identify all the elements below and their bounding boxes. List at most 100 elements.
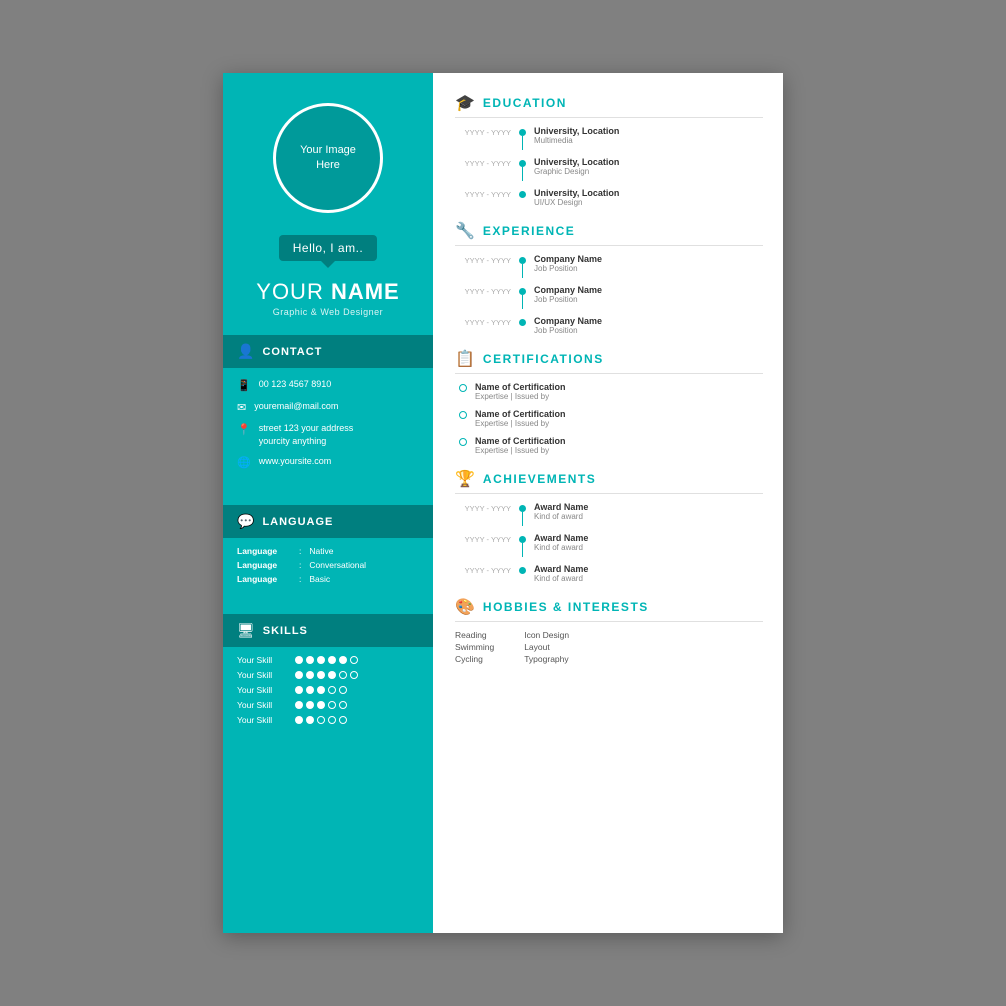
lang-item-2: Language : Conversational: [237, 560, 419, 570]
contact-items: 📱 00 123 4567 8910 ✉ youremail@mail.com …: [223, 368, 433, 487]
cert-content: Name of CertificationExpertise | Issued …: [475, 436, 566, 455]
tl-sub: Kind of award: [534, 512, 588, 521]
speech-bubble: Hello, I am..: [279, 235, 378, 261]
skill-item: Your Skill: [237, 670, 419, 680]
tl-sub: Job Position: [534, 264, 602, 273]
dot-filled: [306, 671, 314, 679]
achievements-header: 🏆 ACHIEVEMENTS: [455, 469, 763, 489]
dot-filled: [306, 716, 314, 724]
lang-level-3: Basic: [309, 574, 330, 584]
tl-dot: [519, 567, 526, 574]
language-header: 💬 LANGUAGE: [223, 505, 433, 538]
dot-filled: [295, 716, 303, 724]
cert-sub: Expertise | Issued by: [475, 392, 566, 401]
lang-item-3: Language : Basic: [237, 574, 419, 584]
tl-main: Award Name: [534, 533, 588, 543]
skill-dots: [295, 701, 347, 709]
tl-main: Award Name: [534, 502, 588, 512]
photo-text: Your ImageHere: [300, 143, 356, 174]
photo-area: Your ImageHere: [273, 103, 383, 213]
skills-header: 🖥 SKILLS: [223, 614, 433, 647]
tl-content: University, LocationMultimedia: [534, 126, 619, 145]
contact-title: CONTACT: [262, 346, 322, 358]
resume: Your ImageHere Hello, I am.. YOUR NAME G…: [223, 73, 783, 933]
education-header: 🎓 EDUCATION: [455, 93, 763, 113]
tl-content: Company NameJob Position: [534, 285, 602, 304]
tl-content: University, LocationGraphic Design: [534, 157, 619, 176]
tl-main: University, Location: [534, 157, 619, 167]
certifications-section: 📋 CERTIFICATIONS Name of CertificationEx…: [455, 349, 763, 455]
skill-dots: [295, 716, 347, 724]
hobbies-header: 🎨 HOBBIES & INTERESTS: [455, 597, 763, 617]
email-text: youremail@mail.com: [254, 400, 338, 413]
tl-main: Award Name: [534, 564, 588, 574]
tl-year: YYYY - YYYY: [459, 157, 511, 168]
dot-filled: [317, 656, 325, 664]
address-text: street 123 your addressyourcity anything: [259, 422, 354, 447]
skill-item: Your Skill: [237, 700, 419, 710]
tl-bar: [522, 167, 524, 181]
tl-content: Award NameKind of award: [534, 564, 588, 583]
tl-line: [519, 502, 526, 526]
left-column: Your ImageHere Hello, I am.. YOUR NAME G…: [223, 73, 433, 933]
experience-header: 🔧 EXPERIENCE: [455, 221, 763, 241]
timeline-item: YYYY - YYYY Award NameKind of award: [459, 533, 763, 557]
dot-filled: [295, 656, 303, 664]
experience-divider: [455, 245, 763, 246]
tl-main: Company Name: [534, 285, 602, 295]
timeline-item: YYYY - YYYYUniversity, LocationMultimedi…: [459, 126, 763, 150]
lang-level-2: Conversational: [309, 560, 366, 570]
timeline-item: YYYY - YYYYUniversity, LocationUI/UX Des…: [459, 188, 763, 207]
experience-title: EXPERIENCE: [483, 224, 575, 238]
tl-year: YYYY - YYYY: [459, 533, 511, 544]
cert-main: Name of Certification: [475, 436, 566, 446]
skill-name: Your Skill: [237, 655, 289, 665]
contact-item-website: 🌐 www.yoursite.com: [237, 455, 419, 469]
lang-item-1: Language : Native: [237, 546, 419, 556]
tl-bar: [522, 136, 524, 150]
tl-year: YYYY - YYYY: [459, 254, 511, 265]
timeline-item: YYYY - YYYYAward NameKind of award: [459, 502, 763, 526]
achievements-divider: [455, 493, 763, 494]
email-icon: ✉: [237, 401, 246, 414]
cert-items: Name of Certification Expertise | Issued …: [455, 382, 763, 455]
language-icon: 💬: [237, 513, 254, 530]
dot-filled: [317, 701, 325, 709]
timeline-item: YYYY - YYYYCompany NameJob Position: [459, 316, 763, 335]
skill-dots: [295, 686, 347, 694]
cert-item: Name of CertificationExpertise | Issued …: [459, 436, 763, 455]
skills-items: Your SkillYour SkillYour SkillYour Skill…: [223, 647, 433, 738]
phone-icon: 📱: [237, 379, 251, 392]
experience-items: YYYY - YYYYCompany NameJob PositionYYYY …: [455, 254, 763, 335]
skill-item: Your Skill: [237, 655, 419, 665]
language-items: Language : Native Language : Conversatio…: [223, 538, 433, 596]
tl-bar: [522, 264, 524, 278]
dot-empty: [339, 671, 347, 679]
tl-sub: Kind of award: [534, 543, 588, 552]
cert-bullet: [459, 411, 467, 419]
tl-main: University, Location: [534, 188, 619, 198]
dot-filled: [306, 701, 314, 709]
tl-sub: Multimedia: [534, 136, 619, 145]
tl-content: University, LocationUI/UX Design: [534, 188, 619, 207]
dot-filled: [295, 671, 303, 679]
tl-line: [519, 533, 526, 557]
dot-empty: [350, 656, 358, 664]
tl-content: Award NameKind of award: [534, 533, 588, 552]
tl-dot: [519, 191, 526, 198]
certifications-icon: 📋: [455, 349, 475, 369]
dot-empty: [328, 686, 336, 694]
tl-line: [519, 564, 526, 574]
dot-filled: [339, 656, 347, 664]
experience-section: 🔧 EXPERIENCE YYYY - YYYYCompany NameJob …: [455, 221, 763, 335]
dot-empty: [339, 686, 347, 694]
right-column: 🎓 EDUCATION YYYY - YYYYUniversity, Locat…: [433, 73, 783, 933]
tl-dot: [519, 505, 526, 512]
tl-sub: Graphic Design: [534, 167, 619, 176]
education-divider: [455, 117, 763, 118]
lang-name-1: Language: [237, 546, 293, 556]
achievements-section: 🏆 ACHIEVEMENTS YYYY - YYYYAward NameKind…: [455, 469, 763, 583]
tl-line: [519, 188, 526, 198]
tl-line: [519, 254, 526, 278]
cert-content: Name of CertificationExpertise | Issued …: [475, 409, 566, 428]
